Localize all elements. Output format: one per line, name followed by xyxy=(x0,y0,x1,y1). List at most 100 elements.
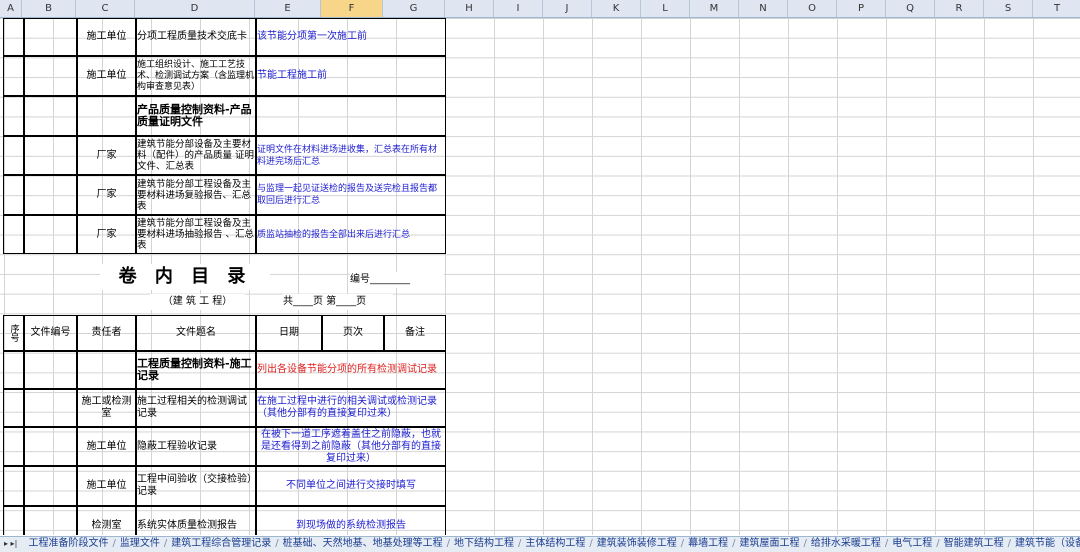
cell-responsible[interactable]: 施工单位 xyxy=(77,18,136,56)
cell-doc-title[interactable]: 施工组织设计、施工工艺技术、检测调试方案（含监理机构审查意见表） xyxy=(136,56,256,96)
tab-scroll-arrows-icon[interactable]: ▸ ▸| xyxy=(0,537,21,551)
cell-b5[interactable] xyxy=(24,175,77,215)
cell-remark[interactable]: 证明文件在材料进场进收集，汇总表在所有材料进完场后汇总 xyxy=(256,136,446,175)
cell-responsible[interactable]: 施工或检测室 xyxy=(77,389,136,427)
column-header-f[interactable]: F xyxy=(321,0,383,17)
cell-remark[interactable]: 在施工过程中进行的相关调试或检测记录（其他分部有的直接复印过来） xyxy=(256,389,446,427)
column-header-s[interactable]: S xyxy=(984,0,1033,17)
cell-serial[interactable] xyxy=(3,466,24,506)
sheet-tab[interactable]: 建筑工程综合管理记录 xyxy=(167,537,275,551)
column-header-l[interactable]: L xyxy=(641,0,690,17)
cell-remark[interactable]: 质监站抽检的报告全部出来后进行汇总 xyxy=(256,215,446,254)
cell-b2[interactable] xyxy=(24,56,77,96)
cell-b1[interactable] xyxy=(24,18,77,56)
sheet-tab[interactable]: 建筑屋面工程 xyxy=(735,537,803,551)
catalog-subtitle: （建 筑 工 程） xyxy=(150,294,245,310)
cell-remark[interactable]: 节能工程施工前 xyxy=(256,56,446,96)
cell-file-number[interactable] xyxy=(24,506,77,535)
cell-remark[interactable]: 不同单位之间进行交接时填写 xyxy=(256,466,446,506)
sheet-tab[interactable]: 智能建筑工程 xyxy=(940,537,1008,551)
cell-responsible[interactable]: 厂家 xyxy=(77,136,136,175)
cell-remark[interactable]: 与监理一起见证送检的报告及送完检且报告都取回后进行汇总 xyxy=(256,175,446,215)
sheet-tab[interactable]: 地下结构工程 xyxy=(450,537,518,551)
cell-serial[interactable] xyxy=(3,506,24,535)
column-header-j[interactable]: J xyxy=(543,0,592,17)
sheet-tab[interactable]: 给排水采暖工程 xyxy=(807,537,885,551)
sheet-tab[interactable]: 幕墙工程 xyxy=(684,537,732,551)
sheet-tab[interactable]: 建筑装饰装修工程 xyxy=(593,537,681,551)
header-serial: 序号 xyxy=(3,315,24,351)
spreadsheet-grid[interactable]: 施工单位 分项工程质量技术交底卡 该节能分项第一次施工前 施工单位 施工组织设计… xyxy=(0,18,1080,535)
column-header-t[interactable]: T xyxy=(1033,0,1080,17)
cell-responsible[interactable]: 施工单位 xyxy=(77,56,136,96)
cell-section-heading[interactable]: 工程质量控制资料-施工记录 xyxy=(136,351,256,389)
cell-b4[interactable] xyxy=(24,136,77,175)
cell-file-number[interactable] xyxy=(24,427,77,466)
column-header-d[interactable]: D xyxy=(135,0,255,17)
header-file-number: 文件编号 xyxy=(24,315,77,351)
column-header-c[interactable]: C xyxy=(76,0,135,17)
column-header-a[interactable]: A xyxy=(0,0,22,17)
cell-doc-title[interactable]: 施工过程相关的检测调试记录 xyxy=(136,389,256,427)
cell-remark[interactable]: 在被下一道工序遮着盖住之前隐蔽，也就是还看得到之前隐蔽（其他分部有的直接复印过来… xyxy=(256,427,446,466)
column-header-e[interactable]: E xyxy=(255,0,321,17)
sheet-tab[interactable]: 建筑节能（设备安装） xyxy=(1011,537,1080,551)
catalog-number-label: 编号________ xyxy=(350,272,444,288)
column-header-p[interactable]: P xyxy=(837,0,886,17)
header-note: 备注 xyxy=(384,315,446,351)
cell-responsible[interactable] xyxy=(77,96,136,136)
cell-a1[interactable] xyxy=(3,18,24,56)
sheet-tab[interactable]: 桩基础、天然地基、地基处理等工程 xyxy=(279,537,447,551)
cell-responsible[interactable]: 检测室 xyxy=(77,506,136,535)
column-header-o[interactable]: O xyxy=(788,0,837,17)
cell-remark[interactable]: 到现场做的系统检测报告 xyxy=(256,506,446,535)
cell-doc-title[interactable]: 工程中间验收（交接检验）记录 xyxy=(136,466,256,506)
catalog-title: 卷 内 目 录 xyxy=(100,264,270,290)
cell-remark[interactable]: 列出各设备节能分项的所有检测调试记录 xyxy=(256,351,446,389)
column-header-m[interactable]: M xyxy=(690,0,739,17)
header-responsible: 责任者 xyxy=(77,315,136,351)
cell-responsible[interactable]: 厂家 xyxy=(77,175,136,215)
sheet-tab[interactable]: 工程准备阶段文件 xyxy=(24,537,112,551)
sheet-tab[interactable]: 主体结构工程 xyxy=(521,537,589,551)
cell-doc-title[interactable]: 隐蔽工程验收记录 xyxy=(136,427,256,466)
cell-doc-title[interactable]: 建筑节能分部工程设备及主要材料进场抽验报告 、汇总表 xyxy=(136,215,256,254)
column-header-g[interactable]: G xyxy=(383,0,445,17)
cell-a4[interactable] xyxy=(3,136,24,175)
cell-serial[interactable] xyxy=(3,389,24,427)
cell-responsible[interactable] xyxy=(77,351,136,389)
cell-a6[interactable] xyxy=(3,215,24,254)
cell-doc-title[interactable]: 分项工程质量技术交底卡 xyxy=(136,18,256,56)
cell-responsible[interactable]: 施工单位 xyxy=(77,427,136,466)
cell-a3[interactable] xyxy=(3,96,24,136)
cell-remark[interactable] xyxy=(256,96,446,136)
sheet-tab[interactable]: 电气工程 xyxy=(888,537,936,551)
column-header-i[interactable]: I xyxy=(494,0,543,17)
cell-doc-title[interactable]: 建筑节能分部设备及主要材料（配件）的产品质量 证明文件、汇总表 xyxy=(136,136,256,175)
cell-serial[interactable] xyxy=(3,351,24,389)
cell-doc-title[interactable]: 系统实体质量检测报告 xyxy=(136,506,256,535)
header-page: 页次 xyxy=(322,315,384,351)
cell-responsible[interactable]: 厂家 xyxy=(77,215,136,254)
column-header-b[interactable]: B xyxy=(22,0,76,17)
cell-a5[interactable] xyxy=(3,175,24,215)
cell-b6[interactable] xyxy=(24,215,77,254)
cell-section-heading[interactable]: 产品质量控制资料-产品质量证明文件 xyxy=(136,96,256,136)
cell-file-number[interactable] xyxy=(24,351,77,389)
column-header-h[interactable]: H xyxy=(445,0,494,17)
cell-file-number[interactable] xyxy=(24,389,77,427)
cell-file-number[interactable] xyxy=(24,466,77,506)
cell-a2[interactable] xyxy=(3,56,24,96)
column-header-r[interactable]: R xyxy=(935,0,984,17)
column-header-k[interactable]: K xyxy=(592,0,641,17)
cell-remark[interactable]: 该节能分项第一次施工前 xyxy=(256,18,446,56)
cell-serial[interactable] xyxy=(3,427,24,466)
cell-responsible[interactable]: 施工单位 xyxy=(77,466,136,506)
sheet-tab[interactable]: 监理文件 xyxy=(116,537,164,551)
sheet-tab-bar: ▸ ▸| 工程准备阶段文件 / 监理文件 / 建筑工程综合管理记录 / 桩基础、天然地基、地… xyxy=(0,536,1080,552)
cell-doc-title[interactable]: 建筑节能分部工程设备及主要材料进场复验报告、汇总表 xyxy=(136,175,256,215)
cell-b3[interactable] xyxy=(24,96,77,136)
column-header-n[interactable]: N xyxy=(739,0,788,17)
column-header-q[interactable]: Q xyxy=(886,0,935,17)
header-doc-title: 文件题名 xyxy=(136,315,256,351)
